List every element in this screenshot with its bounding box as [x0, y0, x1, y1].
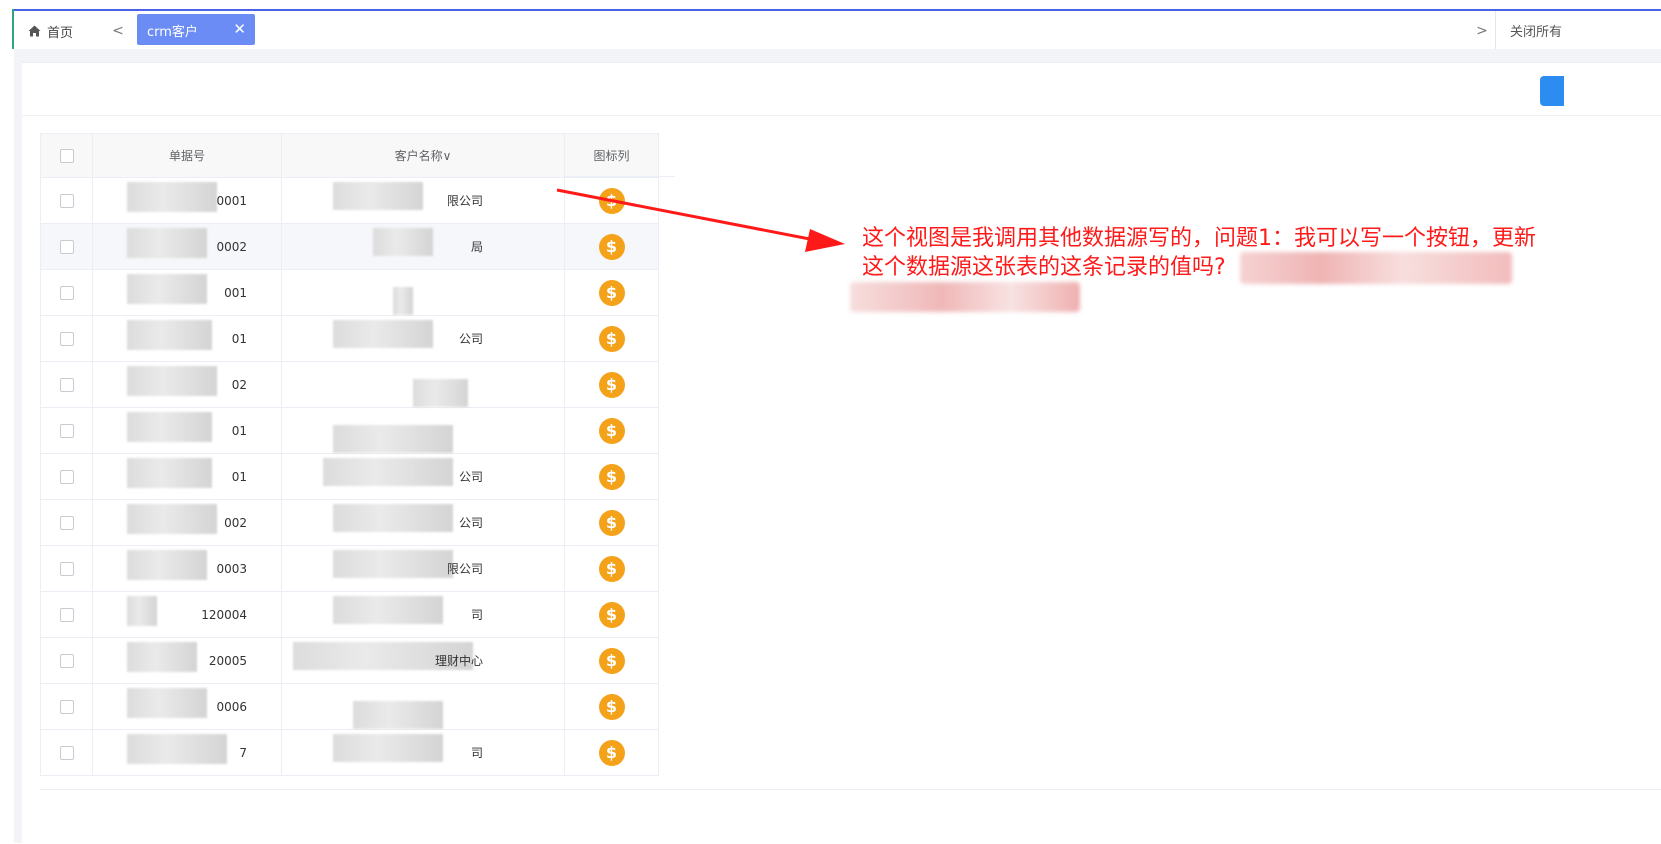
- redaction-blur: [850, 282, 1080, 312]
- redaction-blur: [1240, 252, 1512, 284]
- annotation-line-1: 这个视图是我调用其他数据源写的，问题1：我可以写一个按钮，更新: [862, 226, 1536, 251]
- red-arrow-icon: [556, 188, 845, 252]
